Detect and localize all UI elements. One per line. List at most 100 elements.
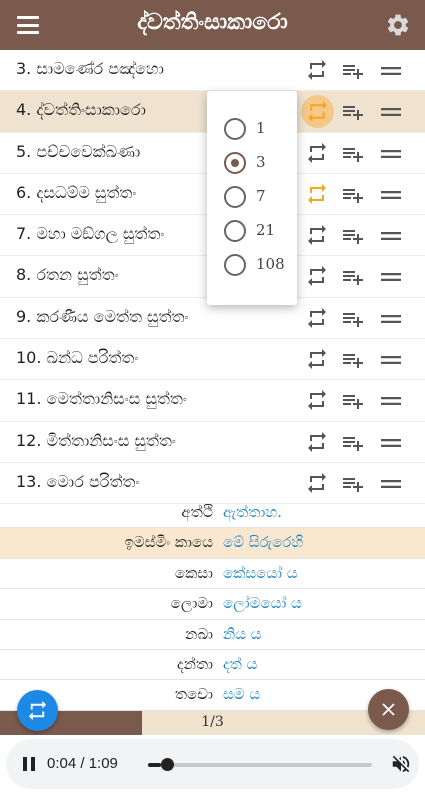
pali-word: ඉමස්මිං කායෙ	[124, 533, 213, 552]
repeat-option-7[interactable]: 7	[224, 185, 294, 211]
repeat-icon[interactable]	[305, 58, 329, 82]
pali-word: නඛා	[185, 624, 213, 643]
drag-handle-icon[interactable]	[379, 389, 403, 413]
sutta-title: 9. කරණීය මෙත්ත සුත්තං	[16, 306, 189, 326]
audio-controls: 0:04 / 1:09	[6, 739, 419, 789]
radio-button[interactable]	[224, 118, 246, 140]
drag-handle-icon[interactable]	[379, 142, 403, 166]
repeat-option-label: 21	[256, 221, 276, 239]
sutta-title: 3. සාමණේර පඤ්හො	[16, 59, 164, 78]
repeat-icon[interactable]	[305, 182, 329, 206]
repeat-option-label: 108	[256, 255, 285, 273]
sutta-title: 13. මොර පරිත්තං	[16, 471, 140, 491]
playlist-add-icon[interactable]	[341, 224, 365, 248]
word-row: තචො සම ය	[0, 680, 425, 711]
repeat-option-108[interactable]: 108	[224, 253, 294, 279]
sinhala-meaning: මේ සිරුරෙහි	[223, 533, 304, 552]
repeat-icon[interactable]	[305, 388, 329, 412]
playlist-add-icon[interactable]	[341, 100, 365, 124]
seek-played	[148, 763, 161, 767]
word-row: නඛා නිය ය	[0, 620, 425, 650]
repeat-option-21[interactable]: 21	[224, 219, 294, 245]
radio-button[interactable]	[224, 152, 246, 174]
word-row: අත්ථි ඇත්තාහ.	[0, 498, 425, 529]
pali-word: දන්තා	[177, 654, 213, 673]
repeat-icon	[28, 700, 47, 721]
sutta-title: 12. මිත්තානිසංස සුත්තං	[16, 430, 176, 450]
repeat-option-label: 1	[256, 119, 266, 137]
repeat-icon[interactable]	[305, 471, 329, 495]
playlist-add-icon[interactable]	[341, 265, 365, 289]
repeat-icon[interactable]	[301, 95, 334, 129]
drag-handle-icon[interactable]	[379, 348, 403, 372]
seek-thumb[interactable]	[160, 758, 174, 771]
drag-handle-icon[interactable]	[379, 307, 403, 331]
repeat-option-label: 7	[256, 187, 266, 205]
close-fab-button[interactable]	[368, 689, 409, 730]
repeat-count-popup: 1 3 7 21 108	[207, 91, 297, 305]
repeat-option-1[interactable]: 1	[224, 117, 294, 143]
repeat-icon[interactable]	[305, 223, 329, 247]
sinhala-meaning: සම ය	[223, 685, 261, 704]
repeat-fab-button[interactable]	[17, 690, 58, 731]
repeat-icon[interactable]	[305, 347, 329, 371]
gear-icon[interactable]	[385, 12, 411, 38]
hamburger-icon[interactable]	[17, 16, 39, 34]
playlist-add-icon[interactable]	[341, 307, 365, 331]
sutta-list-item[interactable]: 3. සාමණේර පඤ්හො	[0, 50, 425, 92]
drag-handle-icon[interactable]	[379, 100, 403, 124]
drag-handle-icon[interactable]	[379, 265, 403, 289]
drag-handle-icon[interactable]	[379, 183, 403, 207]
sutta-list-item[interactable]: 11. මෙත්තානිසංස සුත්තං	[0, 380, 425, 422]
playlist-add-icon[interactable]	[341, 59, 365, 83]
word-row: ඉමස්මිං කායෙ මේ සිරුරෙහි	[0, 528, 425, 559]
playlist-add-icon[interactable]	[341, 348, 365, 372]
audio-player: 0:04 / 1:09	[0, 735, 425, 800]
word-row: ලොමා ලෝමයෝ ය	[0, 589, 425, 620]
radio-button[interactable]	[224, 186, 246, 208]
close-icon	[382, 703, 395, 716]
sutta-title: 10. ඛන්ධ පරිත්තං	[16, 348, 139, 368]
playlist-add-icon[interactable]	[341, 389, 365, 413]
drag-handle-icon[interactable]	[379, 59, 403, 83]
pali-word: කෙසා	[174, 563, 213, 582]
seek-bar[interactable]	[148, 758, 372, 771]
repeat-icon[interactable]	[305, 264, 329, 288]
pali-word: ලොමා	[170, 594, 213, 613]
repeat-option-3[interactable]: 3	[224, 151, 294, 177]
playlist-add-icon[interactable]	[341, 183, 365, 207]
sutta-list-item[interactable]: 12. මිත්තානිසංස සුත්තං	[0, 422, 425, 463]
drag-handle-icon[interactable]	[379, 224, 403, 248]
playlist-add-icon[interactable]	[341, 142, 365, 166]
repeat-icon[interactable]	[305, 306, 329, 330]
repeat-icon[interactable]	[305, 141, 329, 165]
sutta-title: 6. දසධම්ම සුත්තං	[16, 182, 137, 202]
drag-handle-icon[interactable]	[379, 431, 403, 455]
repeat-option-label: 3	[256, 153, 266, 171]
radio-button[interactable]	[224, 254, 246, 276]
page-count: 1/3	[201, 714, 224, 730]
sinhala-meaning: ලෝමයෝ ය	[223, 594, 302, 613]
drag-handle-icon[interactable]	[379, 472, 403, 496]
pali-word: අත්ථි	[181, 503, 213, 521]
sutta-title: 11. මෙත්තානිසංස සුත්තං	[16, 389, 187, 409]
sinhala-meaning: නිය ය	[223, 624, 262, 643]
sinhala-meaning: කේසයෝ ය	[223, 563, 298, 582]
sutta-list-item[interactable]: 10. ඛන්ධ පරිත්තං	[0, 339, 425, 381]
app-bar: ද්වත්තිංසාකාරො	[0, 0, 425, 50]
word-meaning-table: අත්ථි ඇත්තාහ. ඉමස්මිං කායෙ මේ සිරුරෙහි කෙසා ක…	[0, 498, 425, 711]
playlist-add-icon[interactable]	[341, 431, 365, 455]
playlist-add-icon[interactable]	[341, 472, 365, 496]
page-title: ද්වත්තිංසාකාරො	[137, 10, 288, 35]
sutta-title: 7. මහා මඞ්ගල සුත්තං	[16, 224, 165, 244]
playback-time: 0:04 / 1:09	[47, 755, 118, 772]
volume-mute-icon[interactable]	[390, 753, 412, 775]
word-row: දන්තා දත් ය	[0, 650, 425, 681]
sutta-title: 5. පච්චවෙක්ඛණා	[16, 141, 141, 161]
radio-button[interactable]	[224, 220, 246, 242]
sutta-title: 8. රතන සුත්තං	[16, 265, 119, 285]
repeat-icon[interactable]	[305, 430, 329, 454]
sinhala-meaning: ඇත්තාහ.	[223, 503, 282, 521]
sutta-title: 4. ද්වත්තිංසාකාරො	[16, 100, 146, 120]
pause-icon[interactable]	[22, 756, 36, 772]
